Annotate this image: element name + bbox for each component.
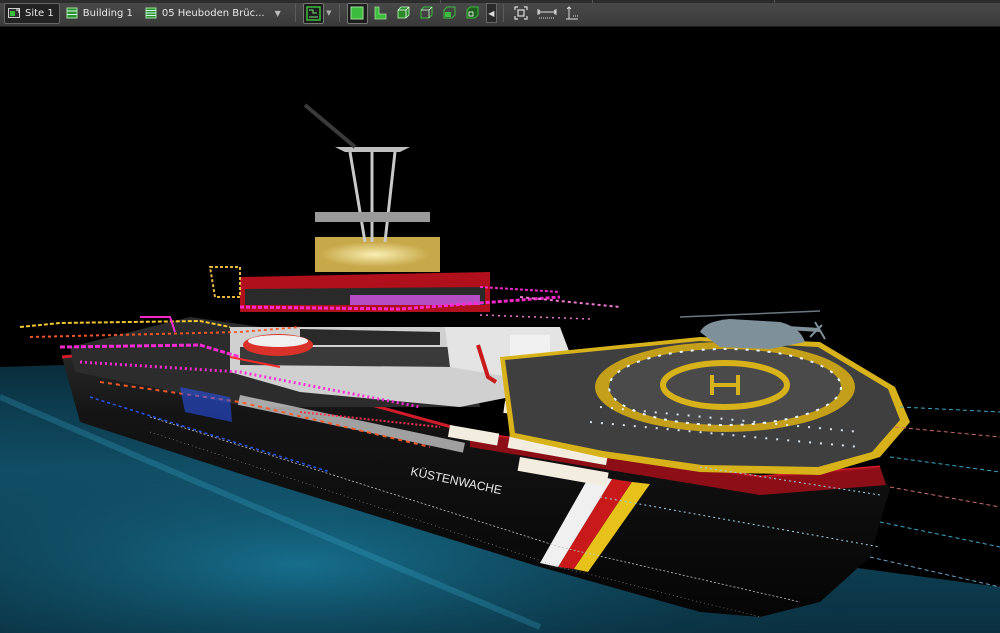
- wall-view-button[interactable]: [346, 2, 368, 24]
- building-icon: [66, 7, 78, 19]
- measure-horizontal-icon: [537, 9, 557, 19]
- cube-section-icon: [443, 6, 456, 19]
- storey-crumb[interactable]: 05 Heuboden Brüc... ▼: [141, 3, 287, 24]
- toolbar-separator: [502, 4, 504, 22]
- floor-plan-icon: [306, 5, 321, 21]
- box-view-3-button[interactable]: [439, 3, 460, 24]
- box-view-4-button[interactable]: [462, 3, 483, 24]
- measure-vertical-button[interactable]: [562, 3, 583, 24]
- site-crumb[interactable]: Site 1: [4, 2, 60, 24]
- fit-view-button[interactable]: [511, 3, 532, 24]
- storey-icon: [145, 7, 157, 19]
- l-shape-icon: [374, 6, 387, 20]
- box-view-1-button[interactable]: [393, 3, 414, 24]
- 3d-viewport[interactable]: KÜSTENWACHE: [0, 27, 1000, 633]
- cube-outline-icon: [420, 6, 433, 19]
- solid-wall-icon: [350, 6, 364, 20]
- collapse-toolbar-button[interactable]: ◀: [485, 3, 497, 23]
- toolbar-separator: [294, 4, 296, 22]
- measure-horizontal-button[interactable]: [534, 3, 560, 24]
- zoom-extents-icon: [514, 6, 528, 20]
- app-window: Site 1 Building 1 05 Heuboden Brüc... ▼ …: [0, 0, 1000, 633]
- view-mode-dropdown-icon[interactable]: ▼: [325, 9, 333, 17]
- storey-label: 05 Heuboden Brüc...: [161, 7, 265, 19]
- chevron-down-icon[interactable]: ▼: [275, 9, 281, 18]
- toolbar-separator: [338, 4, 340, 22]
- measure-vertical-icon: [566, 6, 579, 20]
- top-strip: [0, 0, 1000, 3]
- ship-model-render: KÜSTENWACHE: [0, 103, 1000, 633]
- cube-icon: [397, 6, 410, 19]
- corner-view-button[interactable]: [370, 3, 391, 24]
- site-label: Site 1: [25, 7, 54, 19]
- building-label: Building 1: [82, 7, 133, 19]
- cube-frame-icon: [466, 6, 479, 19]
- navigation-toolbar: Site 1 Building 1 05 Heuboden Brüc... ▼ …: [0, 0, 1000, 27]
- floor-plan-view-button[interactable]: [302, 2, 324, 24]
- site-icon: [8, 7, 20, 19]
- box-view-2-button[interactable]: [416, 3, 437, 24]
- building-crumb[interactable]: Building 1: [62, 3, 139, 24]
